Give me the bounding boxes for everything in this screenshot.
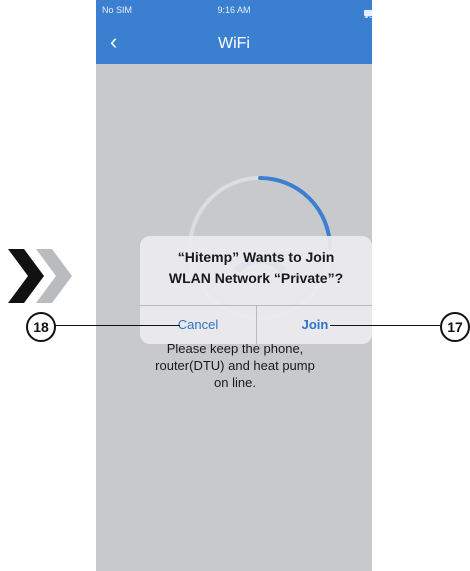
callout-18: 18 <box>26 312 56 342</box>
battery-icon <box>364 10 372 16</box>
instruction-text: Please keep the phone, router(DTU) and h… <box>155 341 315 390</box>
navigation-bar: ‹ WiFi <box>96 22 372 64</box>
page-title: WiFi <box>218 35 250 52</box>
clock-label: 9:16 AM <box>217 5 251 15</box>
status-bar: No SIM 9:16 AM ➚ 90% <box>96 0 372 22</box>
callout-line-left <box>52 325 180 326</box>
alert-title: “Hitemp” Wants to Join WLAN Network “Pri… <box>168 249 344 286</box>
join-network-alert: “Hitemp” Wants to Join WLAN Network “Pri… <box>140 236 372 344</box>
callout-line-right <box>330 325 440 326</box>
double-chevron-icon <box>8 249 72 303</box>
callout-17: 17 <box>440 312 470 342</box>
